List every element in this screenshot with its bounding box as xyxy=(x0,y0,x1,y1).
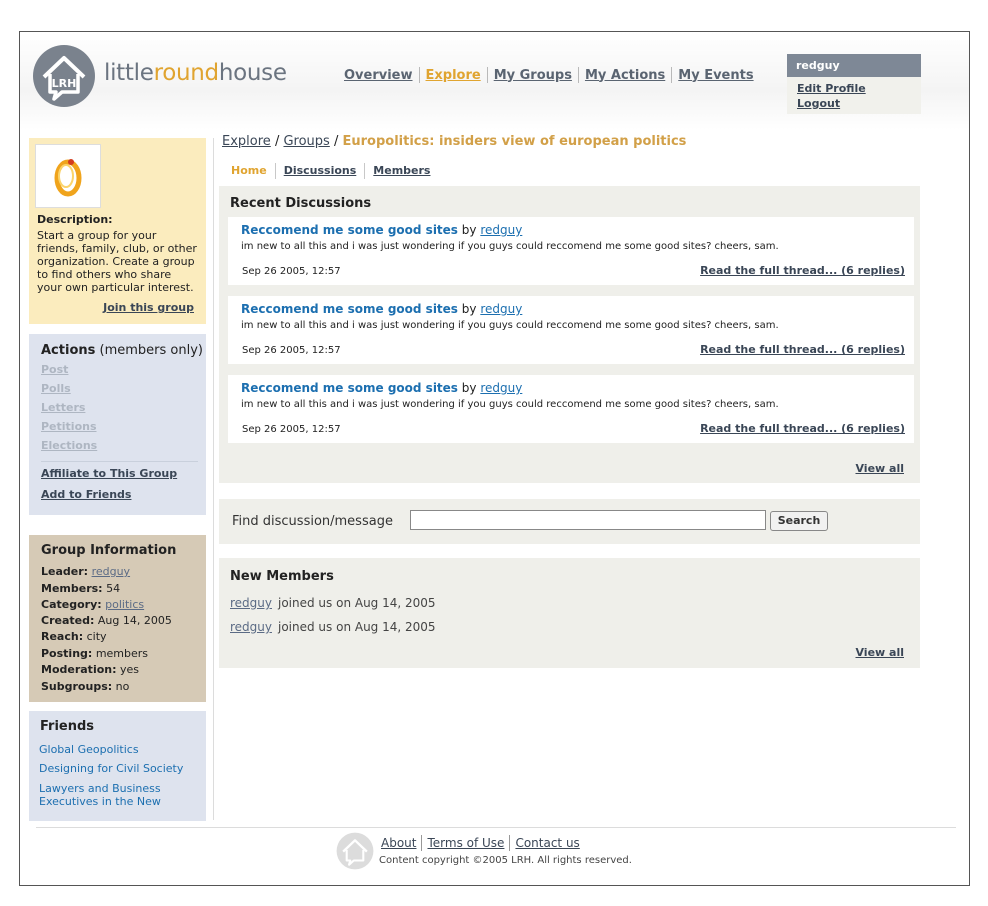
friend-link[interactable]: Lawyers and Business Executives in the N… xyxy=(39,782,199,808)
footer-copyright: Content copyright ©2005 LRH. All rights … xyxy=(379,855,632,866)
view-all-discussions-link[interactable]: View all xyxy=(855,462,904,475)
subgroups-row: Subgroups: no xyxy=(41,680,130,693)
members-row: Members: 54 xyxy=(41,582,121,595)
nav-explore[interactable]: Explore xyxy=(420,68,487,83)
svg-text:LRH: LRH xyxy=(52,77,77,90)
friend-link[interactable]: Global Geopolitics xyxy=(39,743,199,756)
ring-icon xyxy=(54,159,82,197)
reach-row: Reach: city xyxy=(41,630,107,643)
author-link[interactable]: redguy xyxy=(480,302,522,316)
discussion-date: Sep 26 2005, 12:57 xyxy=(242,266,341,277)
footer-about-link[interactable]: About xyxy=(377,836,421,850)
group-information-panel: Group Information Leader: redguy Members… xyxy=(29,535,206,702)
join-group-link[interactable]: Join this group xyxy=(103,301,194,314)
member-link[interactable]: redguy xyxy=(230,596,272,610)
friends-title: Friends xyxy=(40,719,95,734)
action-letters-link[interactable]: Letters xyxy=(41,401,85,414)
nav-overview[interactable]: Overview xyxy=(338,68,419,83)
footer-house-logo-icon xyxy=(336,832,374,870)
find-discussion-input[interactable] xyxy=(410,510,766,530)
discussion-item: Reccomend me some good sites by redguy i… xyxy=(228,296,914,364)
recent-discussions-panel: Recent Discussions Reccomend me some goo… xyxy=(219,186,920,483)
site-header: LRH littleroundhouse Overview Explore My G… xyxy=(20,32,969,130)
recent-discussions-title: Recent Discussions xyxy=(230,196,372,211)
friends-panel: Friends Global Geopolitics Designing for… xyxy=(29,711,206,821)
new-member-row: redguy joined us on Aug 14, 2005 xyxy=(230,596,436,610)
leader-row: Leader: redguy xyxy=(41,565,131,578)
site-logo-text[interactable]: littleroundhouse xyxy=(104,60,287,86)
tab-members[interactable]: Members xyxy=(365,164,438,177)
discussion-excerpt: im new to all this and i was just wonder… xyxy=(241,320,779,331)
action-petitions-link[interactable]: Petitions xyxy=(41,420,97,433)
read-full-thread-link[interactable]: Read the full thread... (6 replies) xyxy=(700,264,905,277)
nav-my-groups[interactable]: My Groups xyxy=(488,68,578,83)
created-row: Created: Aug 14, 2005 xyxy=(41,614,172,627)
user-links: Edit Profile Logout xyxy=(787,77,921,114)
new-members-title: New Members xyxy=(230,569,334,584)
username: redguy xyxy=(787,54,921,77)
group-tabs: Home Discussions Members xyxy=(231,163,438,179)
description-text: Start a group for your friends, family, … xyxy=(37,229,197,294)
page-frame: LRH littleroundhouse Overview Explore My G… xyxy=(19,31,970,886)
description-label: Description: xyxy=(37,213,113,226)
house-logo-icon[interactable]: LRH xyxy=(32,44,96,108)
view-all-members-link[interactable]: View all xyxy=(855,646,904,659)
discussion-title-link[interactable]: Reccomend me some good sites xyxy=(241,302,458,316)
actions-title: Actions (members only) xyxy=(41,343,203,358)
new-members-panel: New Members redguy joined us on Aug 14, 2… xyxy=(219,558,920,668)
category-row: Category: politics xyxy=(41,598,145,611)
read-full-thread-link[interactable]: Read the full thread... (6 replies) xyxy=(700,422,905,435)
column-divider xyxy=(213,138,214,820)
search-button[interactable]: Search xyxy=(770,511,828,531)
actions-divider xyxy=(41,461,198,462)
breadcrumb-explore[interactable]: Explore xyxy=(222,134,271,149)
discussion-date: Sep 26 2005, 12:57 xyxy=(242,424,341,435)
breadcrumb-groups[interactable]: Groups xyxy=(283,134,329,149)
new-member-row: redguy joined us on Aug 14, 2005 xyxy=(230,620,436,634)
nav-my-events[interactable]: My Events xyxy=(672,68,759,83)
discussion-date: Sep 26 2005, 12:57 xyxy=(242,345,341,356)
top-navigation: Overview Explore My Groups My Actions My Eve… xyxy=(338,67,760,83)
nav-my-actions[interactable]: My Actions xyxy=(579,68,671,83)
read-full-thread-link[interactable]: Read the full thread... (6 replies) xyxy=(700,343,905,356)
left-sidebar: Description: Start a group for your frie… xyxy=(29,138,206,821)
leader-link[interactable]: redguy xyxy=(92,565,131,578)
find-discussion-panel: Find discussion/message Search xyxy=(219,499,920,544)
footer-contact-link[interactable]: Contact us xyxy=(510,836,584,850)
discussion-title-link[interactable]: Reccomend me some good sites xyxy=(241,223,458,237)
discussion-item: Reccomend me some good sites by redguy i… xyxy=(228,217,914,285)
user-box: redguy Edit Profile Logout xyxy=(787,54,921,114)
posting-row: Posting: members xyxy=(41,647,149,660)
group-info-title: Group Information xyxy=(41,543,177,558)
breadcrumb-current: Europolitics: insiders view of european … xyxy=(342,134,687,149)
discussion-excerpt: im new to all this and i was just wonder… xyxy=(241,241,779,252)
tab-home[interactable]: Home xyxy=(231,164,275,177)
member-link[interactable]: redguy xyxy=(230,620,272,634)
author-link[interactable]: redguy xyxy=(480,381,522,395)
action-elections-link[interactable]: Elections xyxy=(41,439,97,452)
footer-terms-link[interactable]: Terms of Use xyxy=(422,836,509,850)
action-post-link[interactable]: Post xyxy=(41,363,68,376)
moderation-row: Moderation: yes xyxy=(41,663,140,676)
group-description-box: Description: Start a group for your frie… xyxy=(29,138,206,324)
tab-discussions[interactable]: Discussions xyxy=(276,164,365,177)
friend-link[interactable]: Designing for Civil Society xyxy=(39,762,199,775)
group-thumbnail xyxy=(35,144,101,208)
footer-links: About Terms of Use Contact us xyxy=(377,835,585,851)
breadcrumb: Explore / Groups / Europolitics: insider… xyxy=(222,134,687,149)
logout-link[interactable]: Logout xyxy=(797,96,911,111)
add-to-friends-link[interactable]: Add to Friends xyxy=(41,488,131,501)
affiliate-group-link[interactable]: Affiliate to This Group xyxy=(41,467,177,480)
discussion-item: Reccomend me some good sites by redguy i… xyxy=(228,375,914,443)
edit-profile-link[interactable]: Edit Profile xyxy=(797,81,911,96)
author-link[interactable]: redguy xyxy=(480,223,522,237)
category-link[interactable]: politics xyxy=(105,598,144,611)
discussion-excerpt: im new to all this and i was just wonder… xyxy=(241,399,779,410)
find-label: Find discussion/message xyxy=(232,514,393,529)
footer-divider xyxy=(36,827,956,828)
discussion-title-link[interactable]: Reccomend me some good sites xyxy=(241,381,458,395)
actions-panel: Actions (members only) Post Polls Letter… xyxy=(29,334,206,515)
action-polls-link[interactable]: Polls xyxy=(41,382,71,395)
